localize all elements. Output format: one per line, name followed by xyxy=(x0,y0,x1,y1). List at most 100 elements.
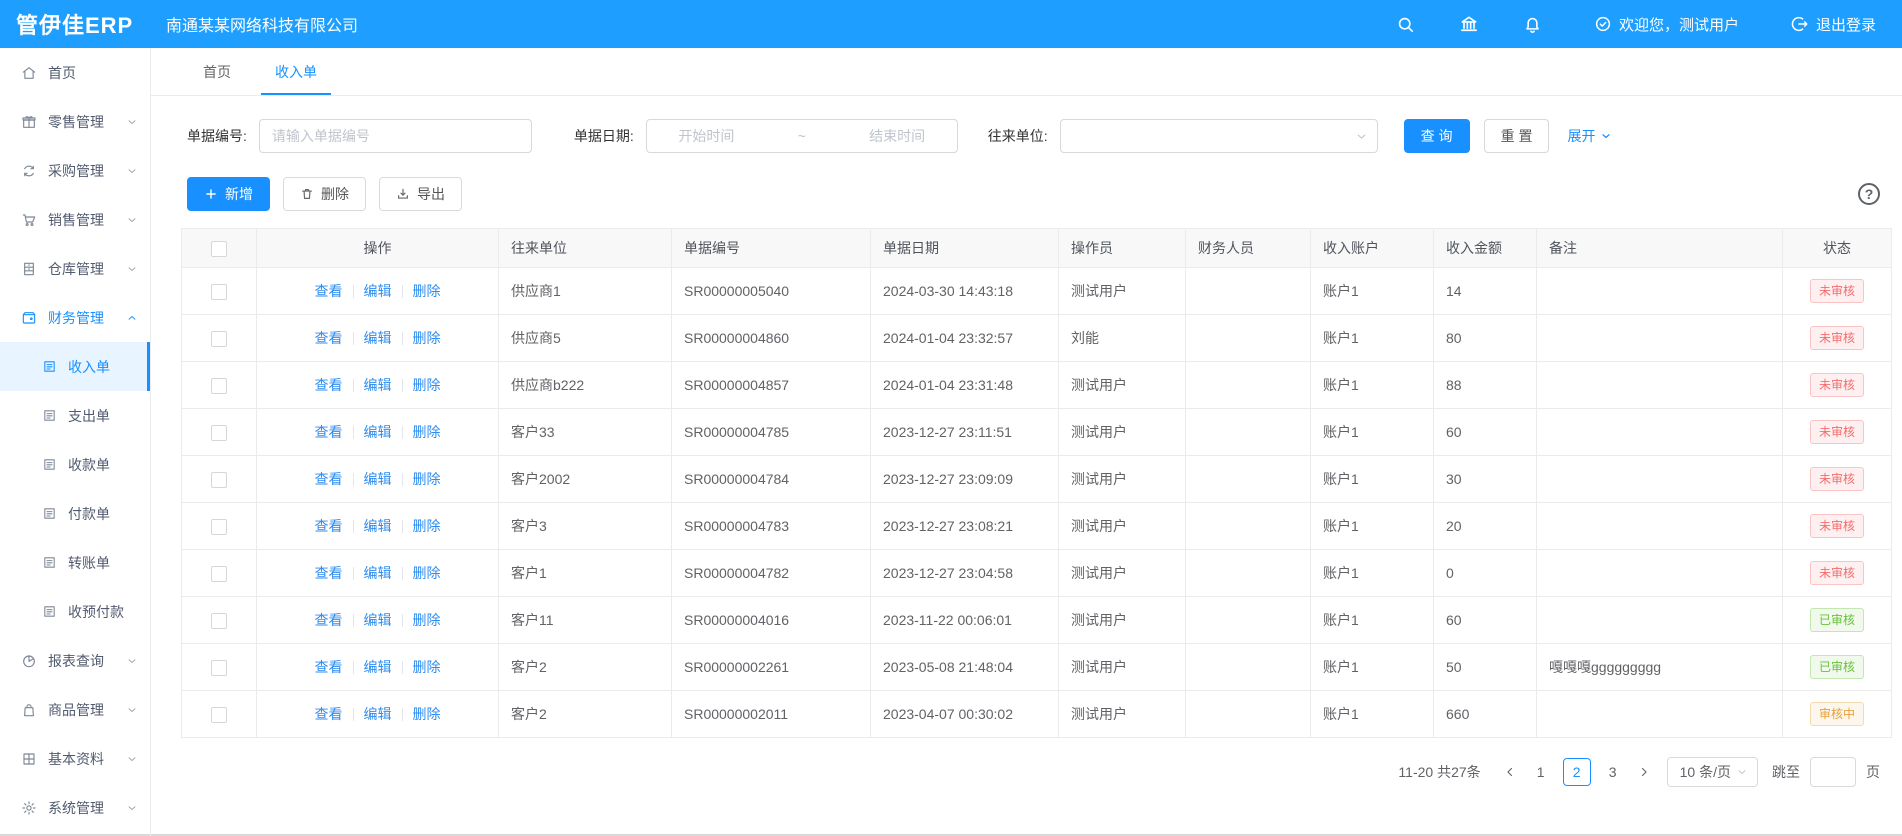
sidebar-item-home[interactable]: 首页 xyxy=(0,48,150,97)
sidebar-item-transfer-bill[interactable]: 转账单 xyxy=(0,538,150,587)
next-page-button[interactable] xyxy=(1637,765,1651,779)
delete-link[interactable]: 删除 xyxy=(413,565,441,581)
bell-icon[interactable] xyxy=(1523,15,1542,34)
sidebar-item-retail[interactable]: 零售管理 xyxy=(0,97,150,146)
sidebar-item-payment-bill[interactable]: 付款单 xyxy=(0,489,150,538)
delete-link[interactable]: 删除 xyxy=(413,612,441,628)
delete-link[interactable]: 删除 xyxy=(413,377,441,393)
expand-link[interactable]: 展开 xyxy=(1567,126,1612,146)
sidebar-item-purchase[interactable]: 采购管理 xyxy=(0,146,150,195)
edit-link[interactable]: 编辑 xyxy=(364,565,392,581)
row-checkbox[interactable] xyxy=(211,425,227,441)
bill-no-input[interactable] xyxy=(259,119,532,153)
row-checkbox[interactable] xyxy=(211,472,227,488)
delete-link[interactable]: 删除 xyxy=(413,424,441,440)
sidebar-item-warehouse[interactable]: 仓库管理 xyxy=(0,244,150,293)
sidebar-item-label: 收入单 xyxy=(68,357,110,377)
sidebar-item-advance-receipt[interactable]: 收预付款 xyxy=(0,587,150,636)
view-link[interactable]: 查看 xyxy=(315,330,343,346)
edit-link[interactable]: 编辑 xyxy=(364,424,392,440)
edit-link[interactable]: 编辑 xyxy=(364,283,392,299)
delete-link[interactable]: 删除 xyxy=(413,518,441,534)
date-separator: ~ xyxy=(798,128,806,144)
edit-link[interactable]: 编辑 xyxy=(364,706,392,722)
page-button-2[interactable]: 2 xyxy=(1563,758,1591,786)
sidebar-item-income-bill[interactable]: 收入单 xyxy=(0,342,150,391)
row-checkbox[interactable] xyxy=(211,613,227,629)
delete-button[interactable]: 删除 xyxy=(283,177,366,211)
sidebar-item-system[interactable]: 系统管理 xyxy=(0,783,150,832)
header-actions: 欢迎您，测试用户 退出登录 xyxy=(1352,14,1902,35)
chevron-down-icon xyxy=(1736,766,1748,778)
sidebar-item-receive-bill[interactable]: 收款单 xyxy=(0,440,150,489)
search-button[interactable]: 查 询 xyxy=(1404,119,1470,153)
view-link[interactable]: 查看 xyxy=(315,706,343,722)
bank-icon[interactable] xyxy=(1459,14,1479,34)
cell-remark xyxy=(1537,503,1783,550)
view-link[interactable]: 查看 xyxy=(315,565,343,581)
cell-account: 账户1 xyxy=(1311,268,1434,315)
row-checkbox[interactable] xyxy=(211,331,227,347)
logout-button[interactable]: 退出登录 xyxy=(1791,14,1876,35)
sidebar-item-sale[interactable]: 销售管理 xyxy=(0,195,150,244)
cell-remark xyxy=(1537,315,1783,362)
cell-finance xyxy=(1186,409,1311,456)
help-icon[interactable]: ? xyxy=(1858,183,1880,205)
row-checkbox[interactable] xyxy=(211,707,227,723)
sidebar-item-base-data[interactable]: 基本资料 xyxy=(0,734,150,783)
sidebar-item-finance[interactable]: 财务管理 xyxy=(0,293,150,342)
date-range-input[interactable]: 开始时间 ~ 结束时间 xyxy=(646,119,958,153)
partner-select[interactable] xyxy=(1060,119,1378,153)
edit-link[interactable]: 编辑 xyxy=(364,377,392,393)
view-link[interactable]: 查看 xyxy=(315,659,343,675)
search-icon[interactable] xyxy=(1396,15,1415,34)
view-link[interactable]: 查看 xyxy=(315,612,343,628)
row-checkbox[interactable] xyxy=(211,378,227,394)
cell-amount: 0 xyxy=(1434,550,1537,597)
tab-home[interactable]: 首页 xyxy=(181,48,253,95)
view-link[interactable]: 查看 xyxy=(315,377,343,393)
view-link[interactable]: 查看 xyxy=(315,283,343,299)
edit-link[interactable]: 编辑 xyxy=(364,330,392,346)
delete-link[interactable]: 删除 xyxy=(413,283,441,299)
edit-link[interactable]: 编辑 xyxy=(364,612,392,628)
chevron-down-icon xyxy=(126,802,138,814)
view-link[interactable]: 查看 xyxy=(315,424,343,440)
chevron-up-icon xyxy=(126,312,138,324)
cell-date: 2023-05-08 21:48:04 xyxy=(871,644,1059,691)
table-row: 查看编辑删除 供应商5 SR00000004860 2024-01-04 23:… xyxy=(182,315,1892,362)
page-size-select[interactable]: 10 条/页 xyxy=(1667,757,1758,787)
view-link[interactable]: 查看 xyxy=(315,471,343,487)
prev-page-button[interactable] xyxy=(1503,765,1517,779)
check-circle-icon xyxy=(1594,15,1612,33)
page-button-3[interactable]: 3 xyxy=(1599,758,1627,786)
row-checkbox[interactable] xyxy=(211,519,227,535)
pagination: 11-20 共27条 123 10 条/页 跳至 xyxy=(181,757,1880,787)
row-checkbox[interactable] xyxy=(211,284,227,300)
edit-link[interactable]: 编辑 xyxy=(364,659,392,675)
delete-link[interactable]: 删除 xyxy=(413,659,441,675)
cell-finance xyxy=(1186,456,1311,503)
income-bill-page: 单据编号: 单据日期: 开始时间 ~ 结束时间 往来单位: xyxy=(151,96,1902,836)
delete-link[interactable]: 删除 xyxy=(413,330,441,346)
delete-link[interactable]: 删除 xyxy=(413,706,441,722)
sidebar-item-report[interactable]: 报表查询 xyxy=(0,636,150,685)
row-checkbox[interactable] xyxy=(211,660,227,676)
page-button-1[interactable]: 1 xyxy=(1527,758,1555,786)
jump-page-input[interactable] xyxy=(1810,757,1856,787)
delete-link[interactable]: 删除 xyxy=(413,471,441,487)
export-button[interactable]: 导出 xyxy=(379,177,462,211)
row-checkbox[interactable] xyxy=(211,566,227,582)
doc-icon xyxy=(42,457,57,472)
sidebar-item-expense-bill[interactable]: 支出单 xyxy=(0,391,150,440)
sidebar-item-label: 支出单 xyxy=(68,406,110,426)
edit-link[interactable]: 编辑 xyxy=(364,471,392,487)
reset-button[interactable]: 重 置 xyxy=(1484,119,1550,153)
cell-amount: 60 xyxy=(1434,597,1537,644)
edit-link[interactable]: 编辑 xyxy=(364,518,392,534)
view-link[interactable]: 查看 xyxy=(315,518,343,534)
sidebar-item-goods[interactable]: 商品管理 xyxy=(0,685,150,734)
select-all-checkbox[interactable] xyxy=(211,241,227,257)
tab-income-bill[interactable]: 收入单 xyxy=(253,48,339,95)
add-button[interactable]: 新增 xyxy=(187,177,270,211)
